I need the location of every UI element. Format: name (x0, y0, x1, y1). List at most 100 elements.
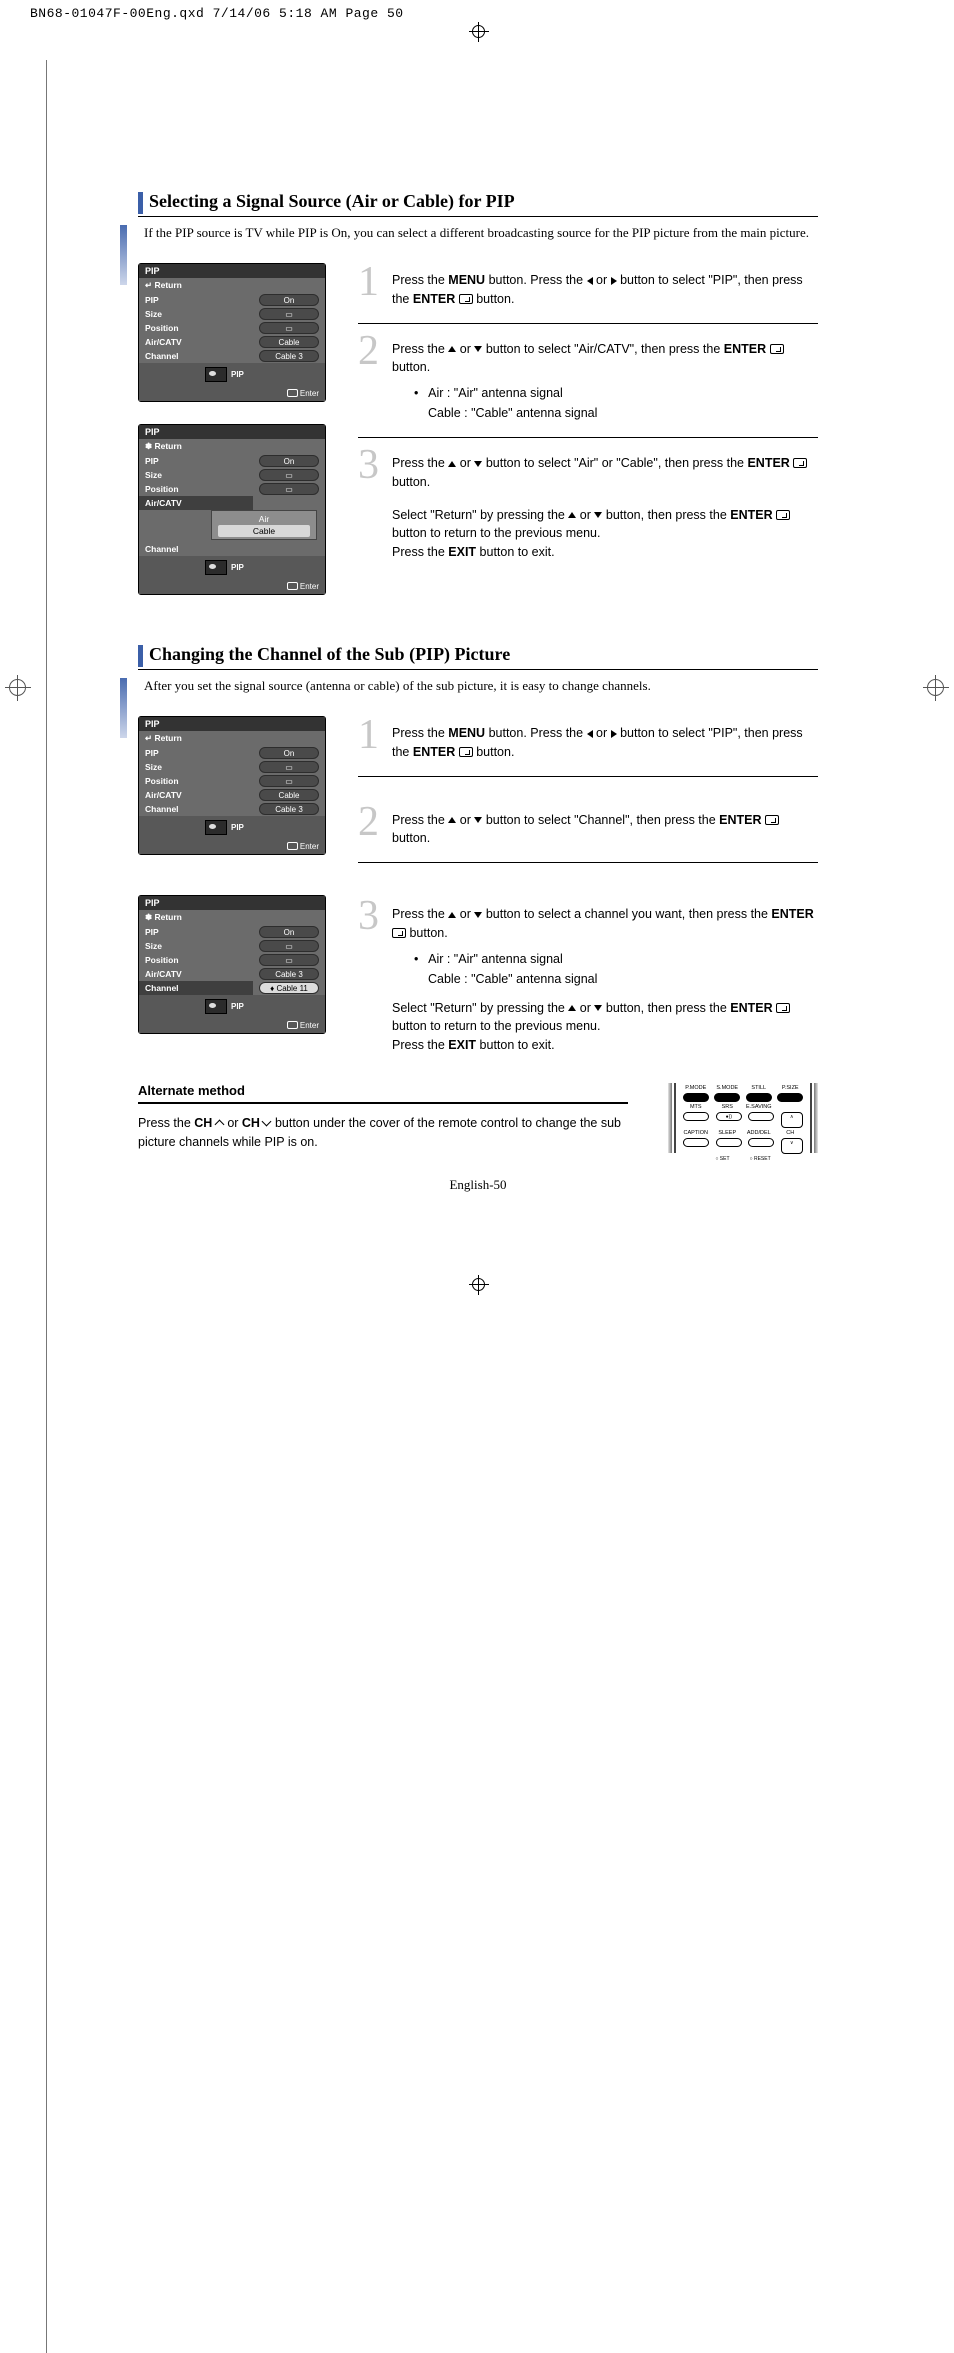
remote-btn (683, 1093, 709, 1102)
remote-label: SET (720, 1156, 730, 1162)
ch-up-icon (216, 1119, 224, 1127)
osd-column: PIP ↵ Return PIP On Size ▭ Position ▭ Air/C… (138, 263, 330, 617)
remote-label: STILL (746, 1085, 772, 1091)
remote-label: ADD/DEL (746, 1130, 772, 1136)
step-text: Press the MENU button. Press the or butt… (392, 265, 818, 309)
remote-btn: ●)) (716, 1112, 742, 1121)
osd-val-position: ▭ (259, 322, 319, 334)
osd-row-size: Size (139, 307, 253, 321)
section2-title: Changing the Channel of the Sub (PIP) Pi… (149, 644, 510, 665)
osd-row: PIP (139, 925, 253, 939)
step-1: 1 Press the MENU button. Press the or bu… (358, 716, 818, 762)
remote-label: P.MODE (683, 1085, 709, 1091)
rule (358, 862, 818, 863)
remote-ch-down: ∨ (781, 1138, 803, 1154)
step-num-2: 2 (358, 805, 392, 849)
step-text: Press the or button to select "Air/CATV"… (392, 334, 818, 424)
step-text: Press the or button to select "Air" or "… (392, 448, 818, 562)
remote-btn (714, 1093, 740, 1102)
remote-ch-up: ∧ (781, 1112, 803, 1128)
osd-row-channel: Channel (139, 349, 253, 363)
section1-columns: PIP ↵ Return PIP On Size ▭ Position ▭ Air/C… (138, 263, 818, 617)
rule (358, 437, 818, 438)
remote-label: MTS (683, 1104, 709, 1110)
step-num-1: 1 (358, 265, 392, 309)
osd-screenshot-2: PIP ✽ Return PIPOn Size▭ Position▭ Air/C… (138, 424, 326, 595)
section2-intro: After you set the signal source (antenna… (144, 678, 818, 694)
osd-title: PIP (139, 264, 325, 278)
osd-row-channel-sel: Channel (139, 981, 253, 995)
enter-icon (459, 747, 473, 757)
osd-return: ↵ Return (139, 278, 325, 293)
section1-title: Selecting a Signal Source (Air or Cable)… (149, 191, 515, 212)
osd-screenshot-3: PIP ↵ Return PIPOn Size▭ Position▭ Air/C… (138, 716, 326, 855)
osd-val-size: ▭ (259, 308, 319, 320)
alternate-block: Alternate method Press the CH or CH butt… (138, 1083, 818, 1153)
osd-row: Air/CATV (139, 788, 253, 802)
step-1: 1 Press the MENU button. Press the or bu… (358, 263, 818, 309)
crop-line (46, 60, 47, 2353)
osd-val: ▭ (259, 940, 319, 952)
remote-btn (748, 1112, 774, 1121)
remote-label: P.SIZE (777, 1085, 803, 1091)
osd-val: ▭ (259, 469, 319, 481)
osd-row: Position (139, 774, 253, 788)
enter-icon (776, 510, 790, 520)
remote-btn (716, 1138, 742, 1147)
remote-btn (777, 1093, 803, 1102)
osd-title: PIP (139, 717, 325, 731)
osd-val: On (259, 926, 319, 938)
osd-option-cable-selected: Cable (218, 525, 310, 537)
osd-row-aircatv: Air/CATV (139, 335, 253, 349)
enter-icon (392, 928, 406, 938)
registration-mark-top (469, 22, 489, 42)
remote-label: S.MODE (714, 1085, 740, 1091)
osd-title: PIP (139, 425, 325, 439)
step-text: Press the MENU button. Press the or butt… (392, 718, 818, 762)
osd-row: Size (139, 939, 253, 953)
enter-icon (765, 815, 779, 825)
alternate-text: Press the CH or CH button under the cove… (138, 1114, 628, 1153)
osd-row-channel: Channel (139, 542, 253, 556)
osd-val-pip: On (259, 294, 319, 306)
side-registration-left (5, 675, 31, 701)
osd-row: Position (139, 953, 253, 967)
osd-row-aircatv-sel: Air/CATV (139, 496, 253, 510)
remote-btn (748, 1138, 774, 1147)
section1-header: Selecting a Signal Source (Air or Cable)… (138, 190, 818, 212)
remote-btn (746, 1093, 772, 1102)
osd-return: ↵ Return (139, 731, 325, 746)
step-text: Press the or button to select a channel … (392, 899, 818, 1055)
enter-icon (459, 294, 473, 304)
osd-val: Cable 3 (259, 803, 319, 815)
enter-icon (770, 344, 784, 354)
step-num-3: 3 (358, 899, 392, 1055)
osd-val: ▭ (259, 483, 319, 495)
osd-row-pip: PIP (139, 454, 253, 468)
step-3: 3 Press the or button to select "Air" or… (358, 446, 818, 562)
content: Selecting a Signal Source (Air or Cable)… (138, 190, 818, 1193)
step-num-1: 1 (358, 718, 392, 762)
step-text: Press the or button to select "Channel",… (392, 805, 818, 849)
osd-val-aircatv: Cable (259, 336, 319, 348)
rule (358, 776, 818, 777)
osd-val: Cable (259, 789, 319, 801)
osd-row: Air/CATV (139, 967, 253, 981)
osd-val: On (259, 455, 319, 467)
osd-column: PIP ↵ Return PIPOn Size▭ Position▭ Air/C… (138, 716, 330, 1069)
section2-columns: PIP ↵ Return PIPOn Size▭ Position▭ Air/C… (138, 716, 818, 1069)
osd-row-position: Position (139, 321, 253, 335)
osd-return: ✽ Return (139, 439, 325, 454)
section2-header: Changing the Channel of the Sub (PIP) Pi… (138, 643, 818, 665)
section1-gradient (120, 225, 127, 285)
osd-val-channel-sel: ♦ Cable 11 (259, 982, 319, 994)
remote-label: SLEEP (714, 1130, 740, 1136)
osd-title: PIP (139, 896, 325, 910)
osd-dropdown: Air Cable (211, 510, 317, 540)
section2-gradient (120, 678, 127, 738)
ch-down-icon (263, 1119, 271, 1127)
osd-return: ✽ Return (139, 910, 325, 925)
remote-label (777, 1104, 803, 1110)
remote-label: SRS (714, 1104, 740, 1110)
osd-footer: PIP Enter (139, 363, 325, 401)
